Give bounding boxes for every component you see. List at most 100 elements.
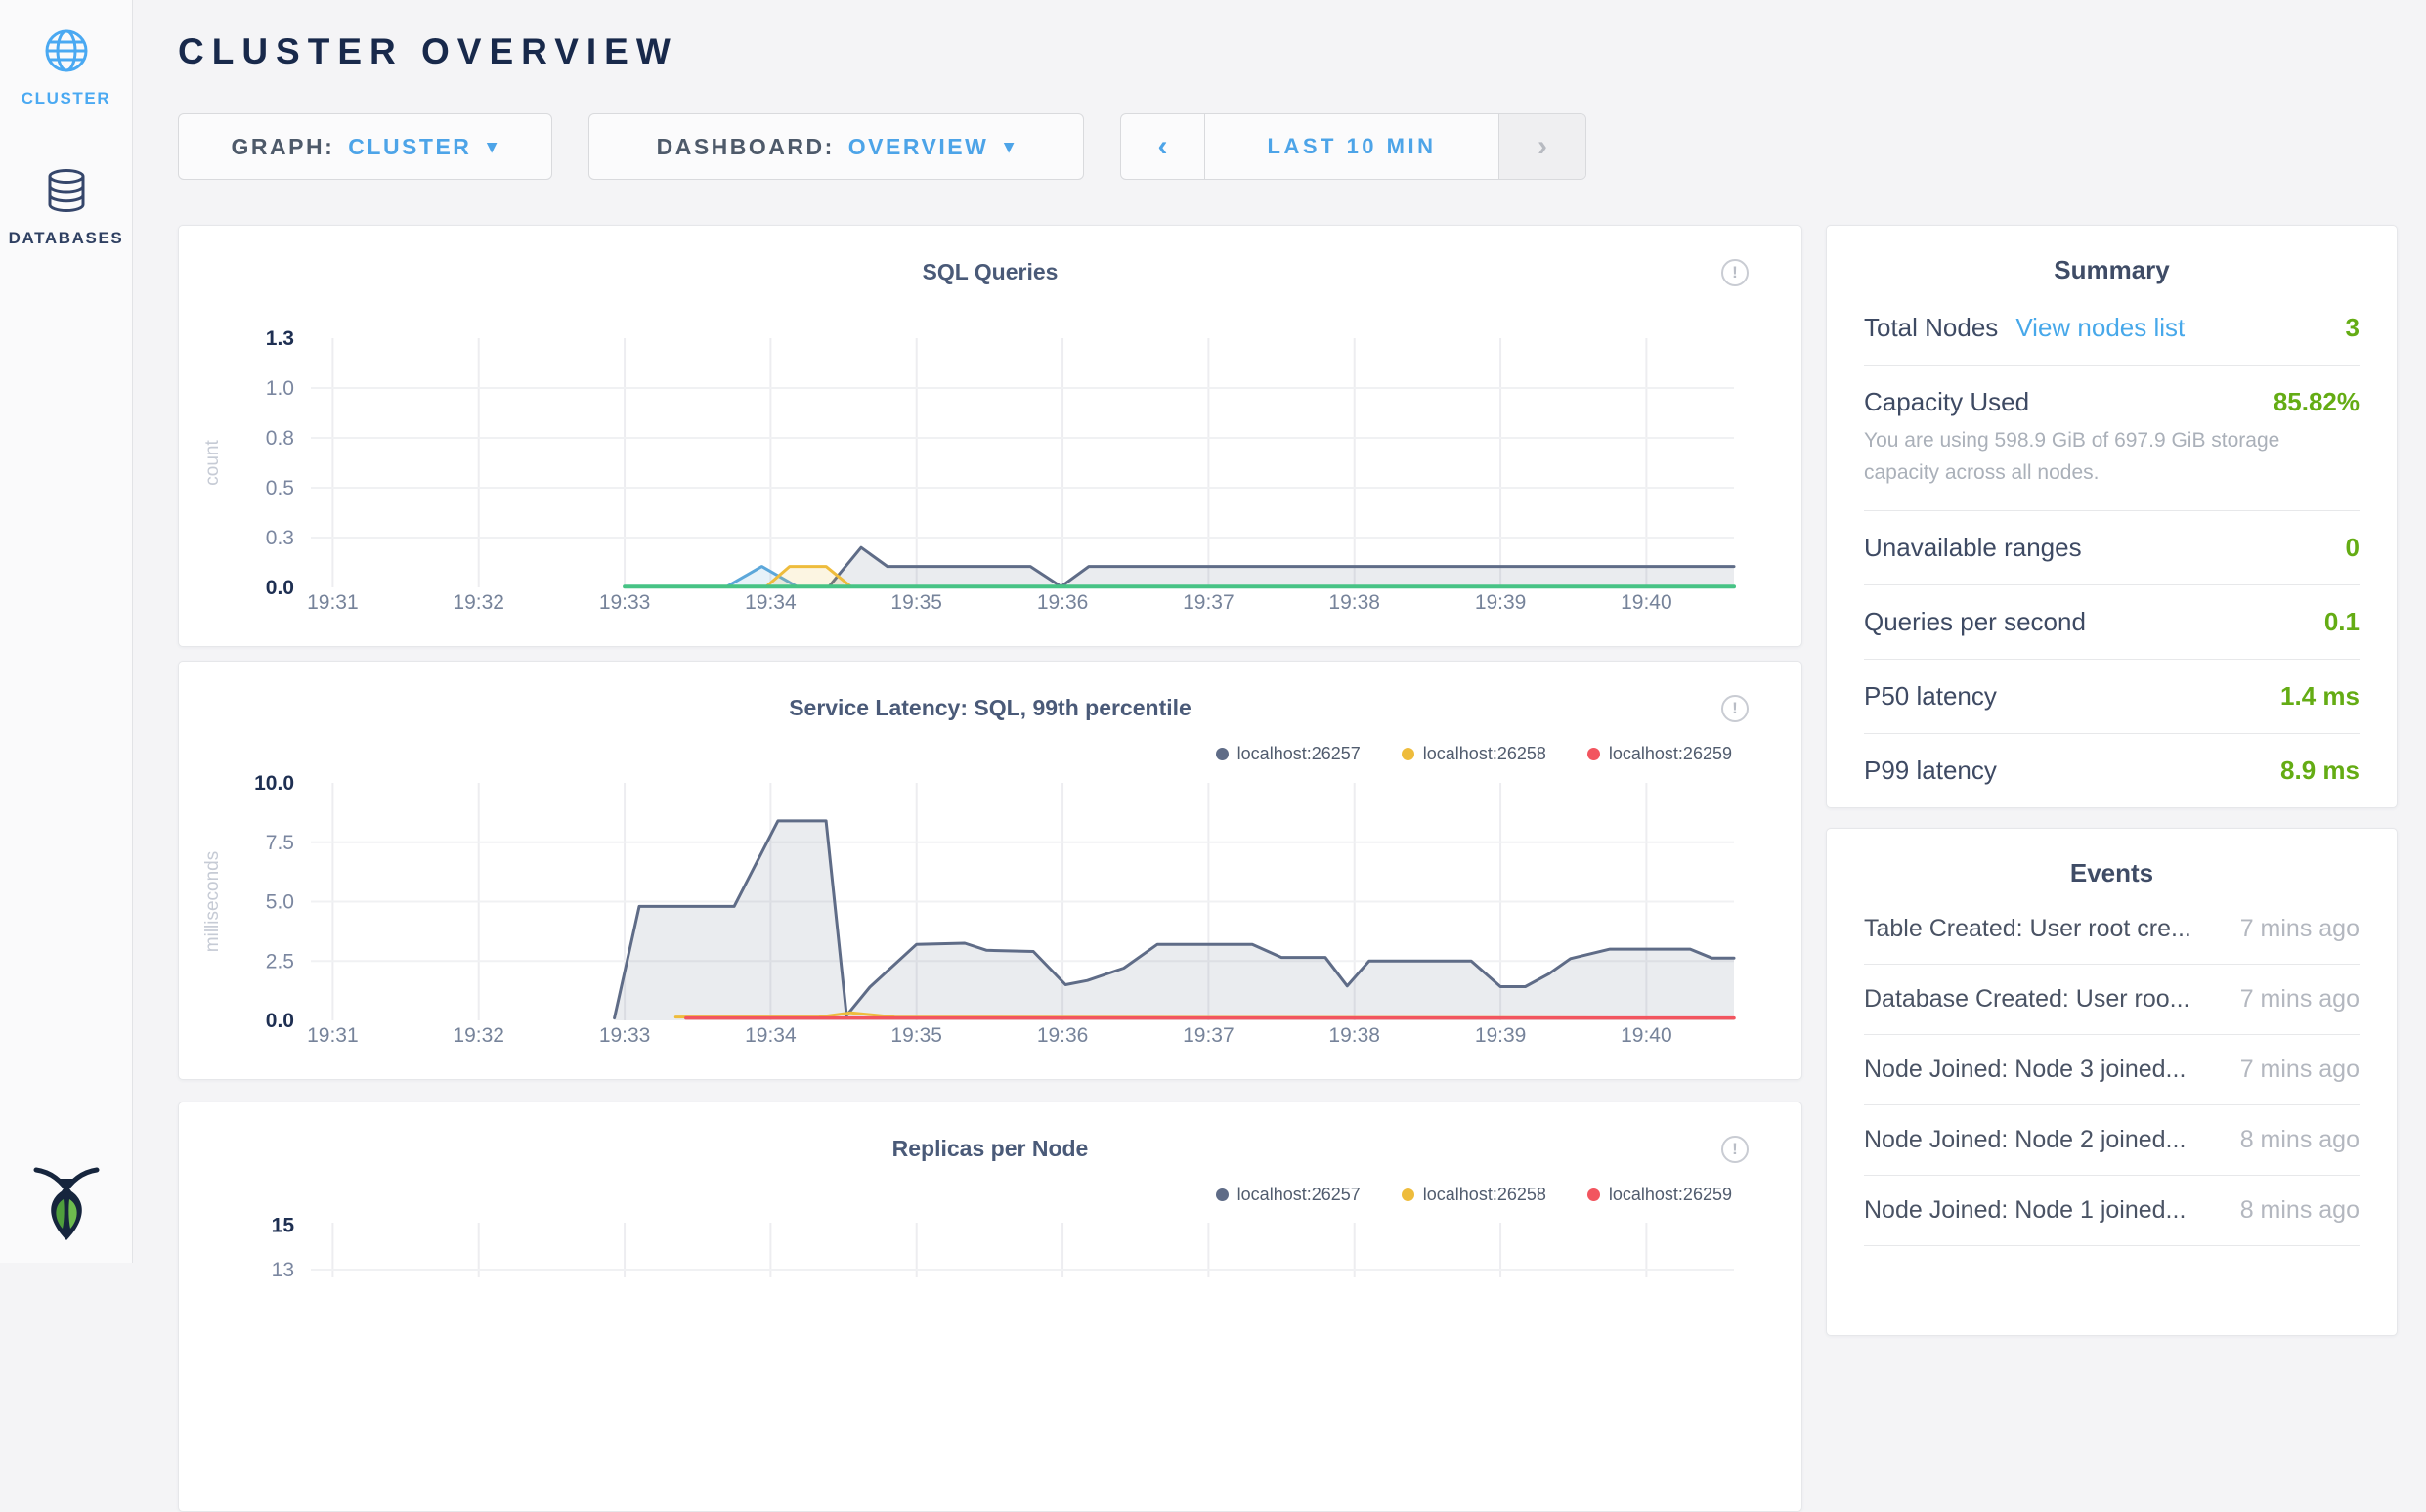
summary-label: Unavailable ranges (1864, 533, 2082, 563)
svg-text:19:37: 19:37 (1183, 1024, 1235, 1047)
info-icon[interactable]: ! (1721, 695, 1749, 722)
main-content: CLUSTER OVERVIEW GRAPH: CLUSTER ▾ DASHBO… (133, 0, 2426, 1263)
svg-text:19:40: 19:40 (1621, 1024, 1672, 1047)
summary-label: P99 latency (1864, 756, 1997, 786)
event-rows: Table Created: User root cre... 7 mins ag… (1827, 888, 2397, 1246)
summary-value: 85.82% (2274, 387, 2360, 417)
event-row[interactable]: Node Joined: Node 1 joined...8 mins ago (1864, 1176, 2360, 1246)
svg-text:15: 15 (272, 1215, 295, 1237)
legend-label: localhost:26257 (1237, 1185, 1361, 1205)
svg-text:1.0: 1.0 (266, 377, 294, 400)
svg-text:count: count (202, 440, 223, 486)
svg-text:1.3: 1.3 (266, 327, 294, 350)
svg-text:19:31: 19:31 (307, 1024, 359, 1047)
summary-row: Unavailable ranges0 (1864, 511, 2360, 585)
summary-rows: Total NodesView nodes list3Capacity Used… (1827, 285, 2397, 807)
info-icon[interactable]: ! (1721, 259, 1749, 286)
controls-bar: GRAPH: CLUSTER ▾ DASHBOARD: OVERVIEW ▾ ‹… (178, 113, 1586, 180)
legend-label: localhost:26259 (1609, 744, 1732, 764)
event-time: 7 mins ago (2229, 1056, 2360, 1084)
svg-text:0.0: 0.0 (266, 577, 294, 599)
summary-value: 1.4 ms (2280, 681, 2360, 712)
sidebar-item-label: DATABASES (0, 229, 132, 248)
service-latency-chart: 0.02.55.07.510.019:3119:3219:3319:3419:3… (179, 768, 1803, 1057)
graph-dropdown[interactable]: GRAPH: CLUSTER ▾ (178, 113, 552, 180)
event-row[interactable]: Node Joined: Node 3 joined...7 mins ago (1864, 1035, 2360, 1105)
dashboard-dropdown-value: OVERVIEW (848, 134, 989, 160)
sidebar-item-label: CLUSTER (0, 89, 132, 108)
summary-label: Total Nodes (1864, 313, 1998, 343)
svg-text:0.5: 0.5 (266, 477, 294, 499)
events-title: Events (1827, 858, 2397, 888)
events-panel: Events Table Created: User root cre... 7 … (1826, 828, 2398, 1336)
graph-dropdown-value: CLUSTER (348, 134, 471, 160)
legend-label: localhost:26258 (1423, 744, 1546, 764)
event-text: Table Created: User root cre... (1864, 915, 2191, 943)
summary-title: Summary (1827, 255, 2397, 285)
svg-text:19:40: 19:40 (1621, 591, 1672, 614)
svg-text:19:32: 19:32 (453, 1024, 504, 1047)
svg-text:19:35: 19:35 (890, 1024, 942, 1047)
dashboard-dropdown[interactable]: DASHBOARD: OVERVIEW ▾ (588, 113, 1084, 180)
summary-label: P50 latency (1864, 681, 1997, 712)
svg-text:19:39: 19:39 (1475, 1024, 1527, 1047)
summary-row: P50 latency 1.4 ms (1864, 660, 2360, 734)
legend-item: localhost:26257 (1216, 1185, 1361, 1205)
service-latency-card: Service Latency: SQL, 99th percentile ! … (178, 661, 1802, 1080)
sidebar-item-databases[interactable]: DATABASES (0, 167, 132, 248)
svg-text:19:34: 19:34 (745, 591, 797, 614)
svg-text:19:32: 19:32 (453, 591, 504, 614)
summary-row: Total NodesView nodes list3 (1864, 291, 2360, 366)
sidebar: CLUSTER DATABASES (0, 0, 133, 1263)
sql-queries-chart: 0.0 0.3 0.5 0.8 1.0 1.3 19:31 19:32 19:33 19:34 19… (179, 324, 1803, 622)
svg-text:0.0: 0.0 (266, 1010, 294, 1032)
time-next-button[interactable]: › (1499, 114, 1585, 179)
svg-text:19:38: 19:38 (1328, 1024, 1380, 1047)
event-row[interactable]: Table Created: User root cre... 7 mins ag… (1864, 894, 2360, 965)
summary-panel: Summary Total NodesView nodes list3Capac… (1826, 225, 2398, 808)
globe-icon (43, 27, 90, 74)
legend-label: localhost:26258 (1423, 1185, 1546, 1205)
sidebar-item-cluster[interactable]: CLUSTER (0, 27, 132, 108)
svg-text:10.0: 10.0 (254, 772, 294, 795)
summary-value: 8.9 ms (2280, 756, 2360, 786)
summary-row: Capacity Used 85.82% You are using 598.9 G… (1864, 366, 2360, 511)
svg-text:19:33: 19:33 (599, 591, 651, 614)
legend-item: localhost:26258 (1402, 1185, 1546, 1205)
event-row[interactable]: Node Joined: Node 2 joined...8 mins ago (1864, 1105, 2360, 1176)
info-icon[interactable]: ! (1721, 1136, 1749, 1163)
chart-legend: localhost:26257 localhost:26258 localhost:… (1175, 1185, 1732, 1205)
chart-legend: localhost:26257localhost:26258localhost:… (1175, 744, 1732, 764)
chevron-down-icon: ▾ (487, 136, 498, 158)
legend-dot-icon (1587, 1188, 1600, 1201)
legend-dot-icon (1216, 748, 1229, 760)
svg-text:19:39: 19:39 (1475, 591, 1527, 614)
view-nodes-list-link[interactable]: View nodes list (2015, 313, 2185, 343)
legend-item: localhost:26258 (1402, 744, 1546, 764)
event-text: Node Joined: Node 2 joined... (1864, 1126, 2186, 1154)
replicas-per-node-chart: 1513 (179, 1209, 1803, 1277)
svg-text:19:35: 19:35 (890, 591, 942, 614)
legend-item: localhost:26259 (1587, 1185, 1732, 1205)
svg-text:0.3: 0.3 (266, 527, 294, 549)
legend-dot-icon (1587, 748, 1600, 760)
svg-text:19:31: 19:31 (307, 591, 359, 614)
cockroach-icon (28, 1162, 105, 1244)
legend-item: localhost:26259 (1587, 744, 1732, 764)
summary-value: 0.1 (2324, 607, 2360, 637)
summary-label: Capacity Used (1864, 387, 2029, 417)
event-time: 8 mins ago (2229, 1196, 2360, 1225)
chart-title: Service Latency: SQL, 99th percentile (179, 695, 1801, 721)
event-text: Database Created: User roo... (1864, 985, 2190, 1014)
legend-label: localhost:26259 (1609, 1185, 1732, 1205)
svg-text:7.5: 7.5 (266, 832, 294, 854)
event-time: 7 mins ago (2229, 915, 2360, 943)
svg-text:0.8: 0.8 (266, 427, 294, 450)
summary-subtext: You are using 598.9 GiB of 697.9 GiB sto… (1864, 425, 2360, 489)
time-range-button[interactable]: LAST 10 MIN (1204, 114, 1499, 179)
event-row[interactable]: Database Created: User roo...7 mins ago (1864, 965, 2360, 1035)
page-title: CLUSTER OVERVIEW (178, 31, 678, 72)
svg-text:19:37: 19:37 (1183, 591, 1235, 614)
graph-dropdown-label: GRAPH: (232, 134, 335, 160)
time-prev-button[interactable]: ‹ (1121, 114, 1204, 179)
